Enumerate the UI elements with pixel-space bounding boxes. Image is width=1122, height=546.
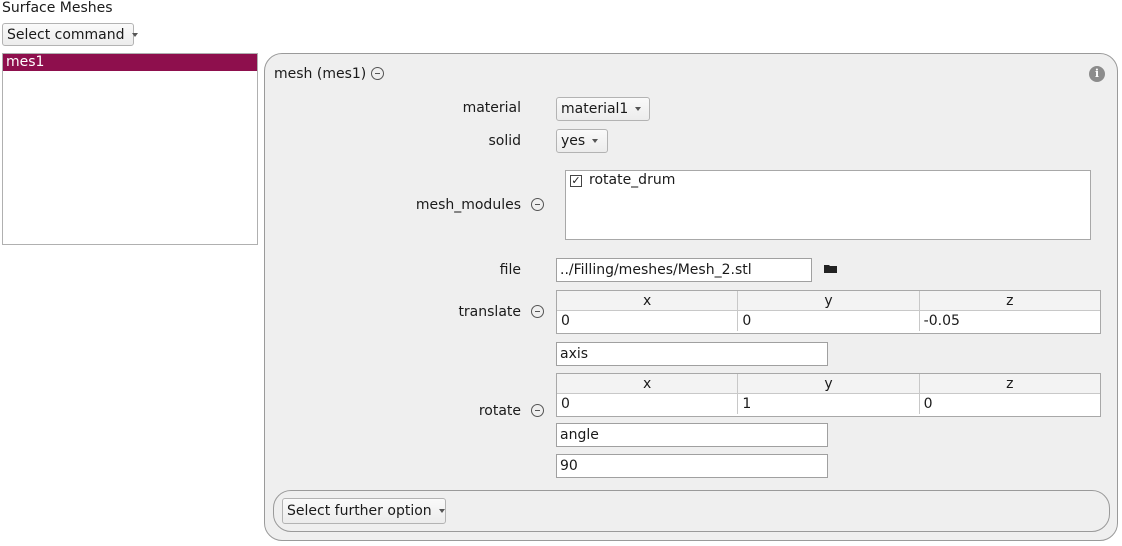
info-icon[interactable]: i <box>1089 66 1105 82</box>
mesh-modules-list: ✓ rotate_drum <box>565 170 1091 240</box>
rotate-label: rotate <box>478 403 521 419</box>
select-command-label: Select command <box>7 26 125 43</box>
angle-field[interactable]: angle <box>556 423 828 447</box>
translate-header-x: x <box>557 291 739 311</box>
material-label: material <box>462 100 521 116</box>
translate-x-cell[interactable]: 0 <box>557 311 739 331</box>
mesh-panel: mesh (mes1) i material material1 solid y… <box>264 53 1118 541</box>
solid-dropdown[interactable]: yes <box>556 129 608 153</box>
rotate-header-z: z <box>919 374 1100 394</box>
rotate-y-cell[interactable]: 1 <box>738 394 920 414</box>
further-options-container: Select further option <box>273 490 1110 532</box>
translate-label: translate <box>458 304 521 320</box>
rotate-header-y: y <box>738 374 920 394</box>
rotate-header-x: x <box>557 374 739 394</box>
select-command-dropdown[interactable]: Select command <box>2 23 138 46</box>
collapse-translate-icon[interactable] <box>531 305 544 318</box>
translate-z-cell[interactable]: -0.05 <box>920 311 1100 331</box>
axis-field[interactable]: axis <box>556 342 828 366</box>
mesh-list[interactable]: mes1 <box>2 53 258 245</box>
chevron-down-icon <box>131 32 138 37</box>
rotate-z-cell[interactable]: 0 <box>920 394 1100 414</box>
folder-icon[interactable] <box>824 264 838 274</box>
translate-header-y: y <box>738 291 920 311</box>
list-item[interactable]: mes1 <box>3 54 257 71</box>
file-path-input[interactable]: ../Filling/meshes/Mesh_2.stl <box>556 258 812 282</box>
collapse-mesh-modules-icon[interactable] <box>531 198 544 211</box>
further-option-label: Select further option <box>287 503 432 519</box>
chevron-down-icon <box>592 139 599 143</box>
rotate-drum-label: rotate_drum <box>589 172 676 188</box>
section-title: Surface Meshes <box>2 0 113 16</box>
material-dropdown[interactable]: material1 <box>556 97 650 121</box>
panel-title: mesh (mes1) <box>274 66 367 82</box>
solid-value: yes <box>561 133 586 149</box>
collapse-mesh-icon[interactable] <box>371 67 384 80</box>
translate-y-cell[interactable]: 0 <box>738 311 920 331</box>
rotate-drum-checkbox[interactable]: ✓ <box>570 175 582 187</box>
chevron-down-icon <box>438 509 445 513</box>
select-further-option-dropdown[interactable]: Select further option <box>282 498 446 524</box>
rotate-x-cell[interactable]: 0 <box>557 394 739 414</box>
angle-value-input[interactable]: 90 <box>556 454 828 478</box>
rotate-table: x y z 0 1 0 <box>556 373 1101 417</box>
collapse-rotate-icon[interactable] <box>531 404 544 417</box>
translate-table: x y z 0 0 -0.05 <box>556 290 1101 334</box>
mesh-modules-label: mesh_modules <box>415 197 521 213</box>
translate-header-z: z <box>919 291 1100 311</box>
file-label: file <box>499 262 521 278</box>
chevron-down-icon <box>635 107 642 111</box>
material-value: material1 <box>561 101 629 117</box>
solid-label: solid <box>488 133 521 149</box>
